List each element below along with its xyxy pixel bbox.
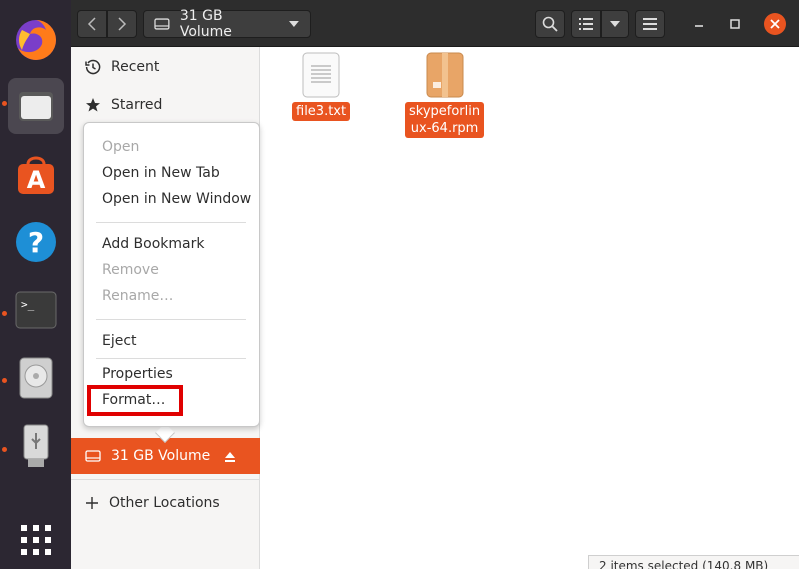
status-bar: 2 items selected (140.8 MB) xyxy=(588,555,799,569)
file-name: file3.txt xyxy=(292,102,351,121)
list-view-icon xyxy=(579,18,593,30)
location-button[interactable]: 31 GB Volume xyxy=(143,8,311,40)
usb-drive-icon[interactable] xyxy=(8,418,64,474)
view-options-button[interactable] xyxy=(601,10,629,38)
svg-text:A: A xyxy=(27,166,46,194)
software-store-icon[interactable]: A xyxy=(8,146,64,202)
svg-text:?: ? xyxy=(28,226,44,259)
menu-item-eject[interactable]: Eject xyxy=(102,333,137,349)
text-file-icon xyxy=(302,52,340,98)
sidebar-item-other-locations[interactable]: Other Locations xyxy=(71,485,260,521)
drive-icon xyxy=(154,18,170,30)
sidebar-item-recent[interactable]: Recent xyxy=(71,49,260,85)
files-app-icon[interactable] xyxy=(8,78,64,134)
firefox-icon[interactable] xyxy=(8,12,64,68)
disk-icon[interactable] xyxy=(8,350,64,406)
sidebar-divider xyxy=(71,479,260,480)
file-name: skypeforlin ux-64.rpm xyxy=(405,102,485,138)
close-icon xyxy=(770,19,780,29)
running-indicator xyxy=(2,378,7,383)
clock-icon xyxy=(85,59,101,75)
list-view-button[interactable] xyxy=(571,10,601,38)
terminal-icon[interactable]: >_ xyxy=(8,282,64,338)
file-view[interactable]: file3.txt skypeforlin ux-64.rpm xyxy=(260,47,799,569)
menu-item-open-new-window[interactable]: Open in New Window xyxy=(102,191,251,207)
star-icon xyxy=(86,98,100,112)
menu-separator xyxy=(96,319,246,320)
menu-separator xyxy=(96,358,246,359)
running-indicator xyxy=(2,447,7,452)
sidebar-item-label: 31 GB Volume xyxy=(111,448,211,464)
svg-text:>_: >_ xyxy=(21,298,35,311)
package-icon xyxy=(426,52,464,98)
menu-item-open[interactable]: Open xyxy=(102,139,139,155)
file-name-line: skypeforlin xyxy=(409,104,481,119)
menu-item-rename[interactable]: Rename… xyxy=(102,288,173,304)
minimize-button[interactable] xyxy=(691,16,707,36)
maximize-button[interactable] xyxy=(727,16,743,36)
running-indicator xyxy=(2,101,7,106)
file-item[interactable]: file3.txt xyxy=(292,52,351,121)
search-button[interactable] xyxy=(535,10,565,38)
file-name-line: ux-64.rpm xyxy=(410,121,479,136)
back-button[interactable] xyxy=(77,10,107,38)
menu-item-add-bookmark[interactable]: Add Bookmark xyxy=(102,236,204,252)
sidebar-item-starred[interactable]: Starred xyxy=(71,87,260,123)
sidebar-item-label: Other Locations xyxy=(109,495,220,511)
menu-item-properties[interactable]: Properties xyxy=(102,366,173,382)
context-menu: Open Open in New Tab Open in New Window … xyxy=(83,122,260,427)
close-button[interactable] xyxy=(764,13,786,35)
header-bar: 31 GB Volume xyxy=(71,0,799,47)
file-item[interactable]: skypeforlin ux-64.rpm xyxy=(405,52,485,138)
drive-icon xyxy=(85,450,101,462)
menu-item-open-new-tab[interactable]: Open in New Tab xyxy=(102,165,220,181)
help-icon[interactable]: ? xyxy=(8,214,64,270)
app-grid-icon[interactable] xyxy=(8,512,64,568)
eject-icon[interactable] xyxy=(224,451,236,462)
dock: A ? >_ xyxy=(0,0,71,569)
menu-separator xyxy=(96,222,246,223)
plus-icon xyxy=(86,497,98,509)
hamburger-icon xyxy=(643,18,657,30)
caret-down-icon xyxy=(289,21,300,27)
format-highlight-box xyxy=(87,385,183,416)
menu-item-remove[interactable]: Remove xyxy=(102,262,159,278)
status-text: 2 items selected (140.8 MB) xyxy=(599,559,769,569)
search-icon xyxy=(542,16,558,32)
running-indicator xyxy=(2,311,7,316)
maximize-icon xyxy=(730,19,740,29)
caret-down-icon xyxy=(610,21,620,27)
minimize-icon xyxy=(695,25,703,27)
chevron-left-icon xyxy=(87,17,96,31)
chevron-right-icon xyxy=(118,17,127,31)
sidebar-item-label: Recent xyxy=(111,59,160,75)
forward-button[interactable] xyxy=(107,10,137,38)
location-label: 31 GB Volume xyxy=(179,8,232,40)
sidebar-item-label: Starred xyxy=(111,97,163,113)
sidebar-item-31gb-volume[interactable]: 31 GB Volume xyxy=(71,438,260,474)
menu-button[interactable] xyxy=(635,10,665,38)
